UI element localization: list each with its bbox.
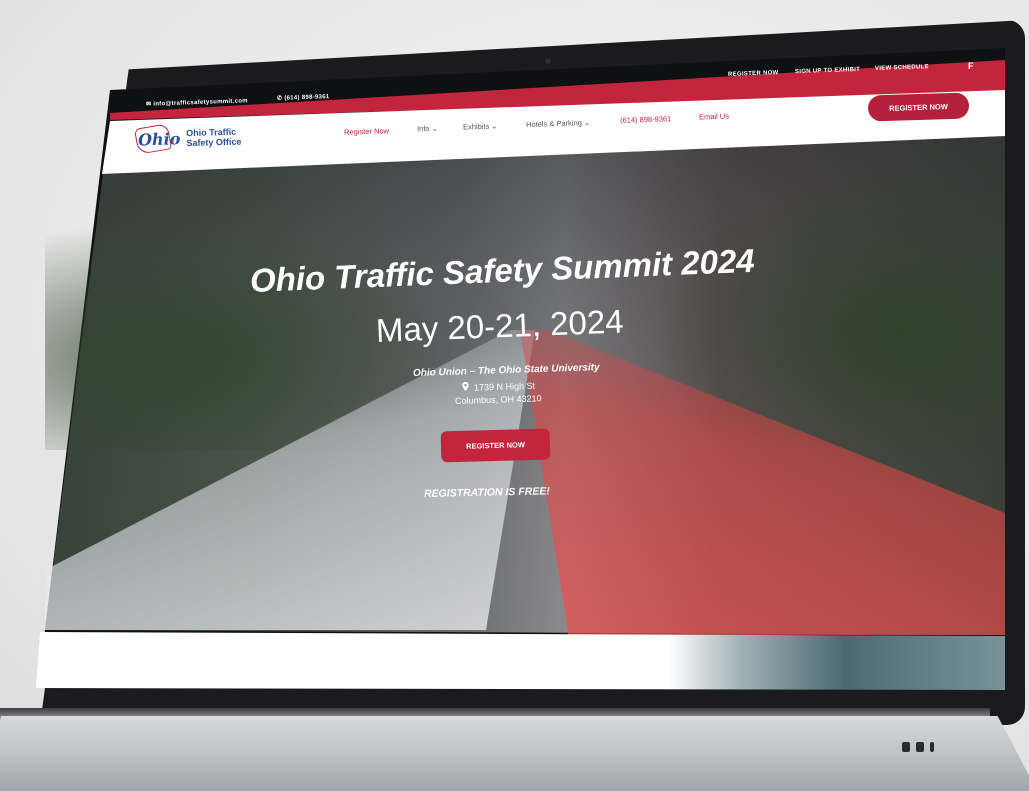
site-logo[interactable]: Ohio Ohio Traffic Safety Office <box>138 127 242 150</box>
ohio-logo-mark: Ohio <box>137 128 181 149</box>
laptop-ports <box>902 742 934 752</box>
laptop-base <box>0 716 1029 791</box>
chevron-down-icon: ⌄ <box>429 123 439 133</box>
website: ✉ info@trafficsafetysummit.com ✆ (614) 8… <box>0 0 1029 791</box>
nav-register-now[interactable]: Register Now <box>344 126 389 136</box>
nav-info[interactable]: Info ⌄ <box>417 124 438 134</box>
product-mockup-stage: ✉ info@trafficsafetysummit.com ✆ (614) 8… <box>0 0 1029 791</box>
chevron-down-icon: ⌄ <box>489 121 498 131</box>
port-icon <box>930 742 934 752</box>
nav-email-us[interactable]: Email Us <box>699 112 729 122</box>
webcam-icon <box>545 58 551 64</box>
facebook-icon[interactable]: f <box>968 61 974 71</box>
logo-text: Ohio Traffic Safety Office <box>186 126 242 149</box>
header-register-button[interactable]: REGISTER NOW <box>867 92 970 122</box>
chevron-down-icon: ⌄ <box>581 117 591 128</box>
port-icon <box>902 742 910 752</box>
nav-exhibits[interactable]: Exhibits ⌄ <box>463 121 498 131</box>
nav-phone[interactable]: (614) 898-9361 <box>620 114 672 125</box>
laptop: ✉ info@trafficsafetysummit.com ✆ (614) 8… <box>0 0 1029 791</box>
hero-address: 1739 N High St <box>462 380 535 393</box>
map-pin-icon <box>462 381 469 391</box>
port-icon <box>916 742 924 752</box>
hero-register-button[interactable]: REGISTER NOW <box>440 428 551 463</box>
